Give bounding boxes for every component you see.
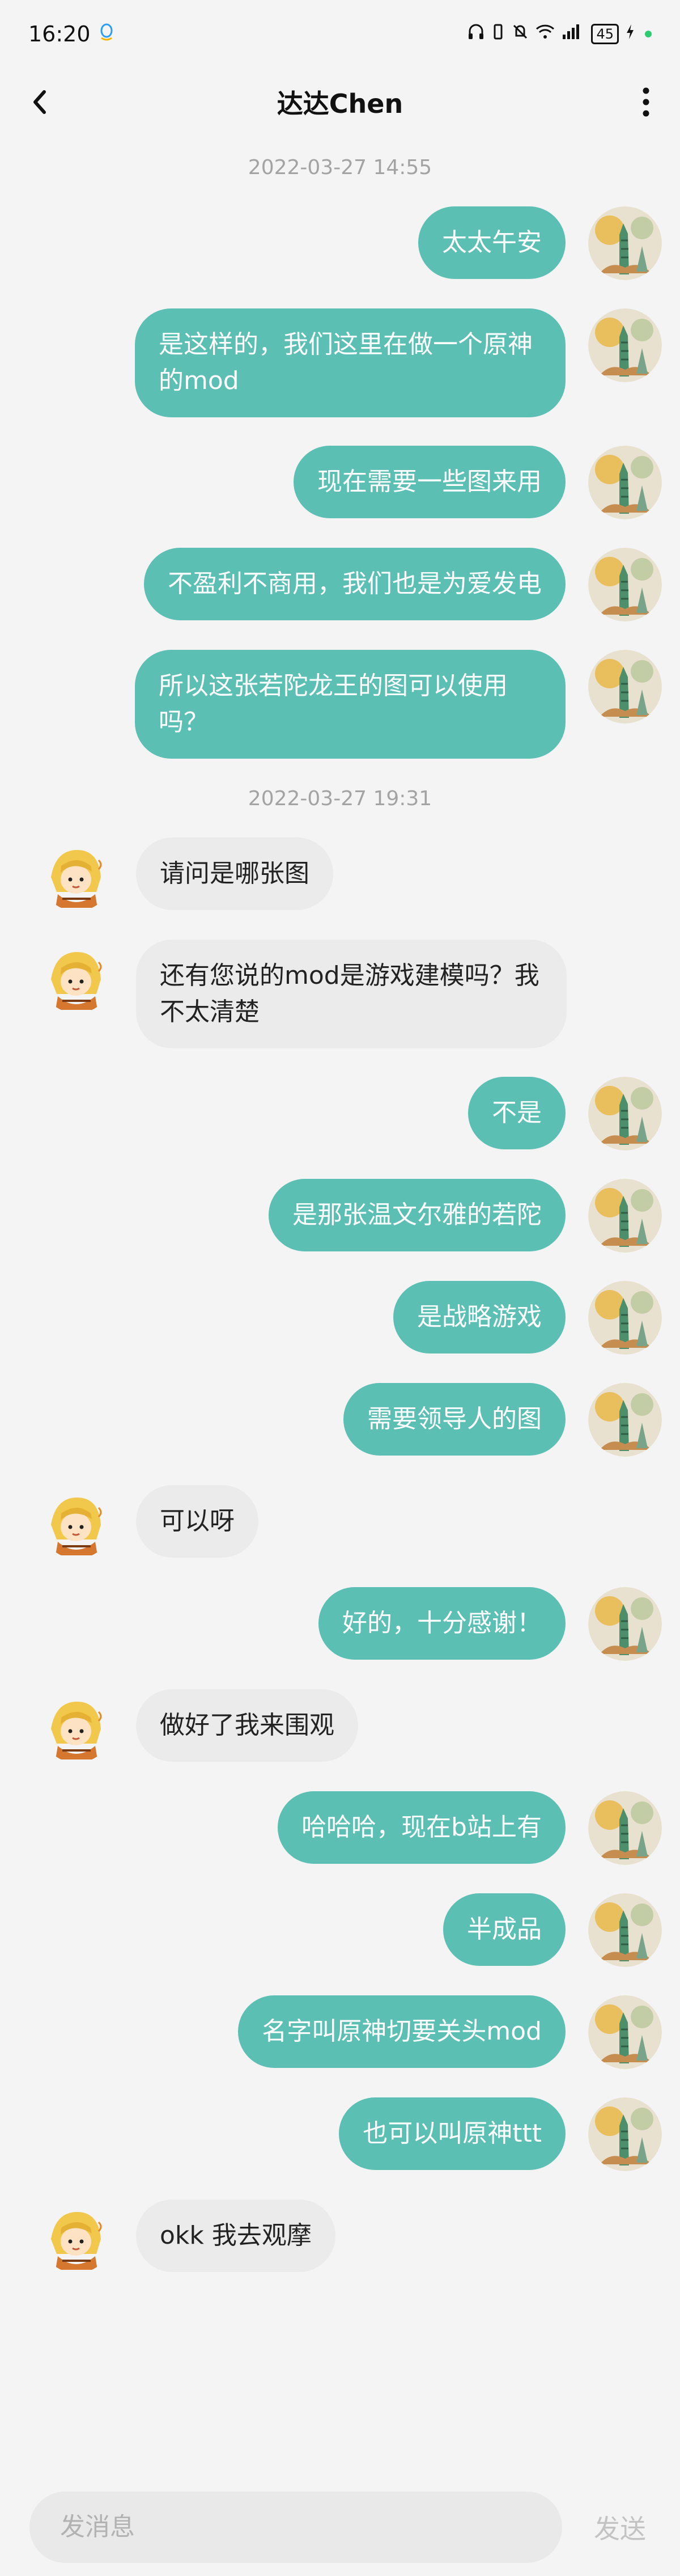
message-bubble[interactable]: 所以这张若陀龙王的图可以使用吗？ bbox=[135, 650, 566, 759]
my-avatar[interactable] bbox=[588, 1893, 662, 1967]
mute-icon bbox=[512, 23, 529, 45]
incoming-message: 可以呀 bbox=[0, 1485, 680, 1559]
battery-indicator: 45 bbox=[591, 24, 619, 44]
my-avatar[interactable] bbox=[588, 1587, 662, 1661]
status-time-group: 16:20 bbox=[28, 22, 114, 46]
my-avatar[interactable] bbox=[588, 548, 662, 621]
message-bubble[interactable]: 还有您说的mod是游戏建模吗？我不太清楚 bbox=[136, 940, 567, 1048]
message-bubble[interactable]: 需要领导人的图 bbox=[343, 1383, 566, 1456]
my-avatar[interactable] bbox=[588, 1383, 662, 1457]
message-bubble[interactable]: 哈哈哈，现在b站上有 bbox=[278, 1791, 566, 1864]
message-bubble[interactable]: 不是 bbox=[468, 1077, 566, 1149]
outgoing-message: 好的，十分感谢！ bbox=[0, 1587, 680, 1661]
my-avatar[interactable] bbox=[588, 1995, 662, 2069]
message-bubble[interactable]: 半成品 bbox=[443, 1893, 566, 1966]
incoming-message: okk 我去观摩 bbox=[0, 2199, 680, 2273]
send-button[interactable]: 发送 bbox=[594, 2509, 646, 2546]
contact-avatar[interactable] bbox=[40, 2199, 113, 2273]
message-bubble[interactable]: 请问是哪张图 bbox=[136, 837, 333, 910]
more-options-button[interactable] bbox=[629, 85, 663, 119]
contact-avatar[interactable] bbox=[40, 940, 113, 1013]
outgoing-message: 需要领导人的图 bbox=[0, 1383, 680, 1457]
incoming-message: 请问是哪张图 bbox=[0, 837, 680, 911]
my-avatar[interactable] bbox=[588, 1791, 662, 1865]
qq-notification-icon bbox=[99, 22, 114, 46]
outgoing-message: 哈哈哈，现在b站上有 bbox=[0, 1791, 680, 1865]
outgoing-message: 太太午安 bbox=[0, 206, 680, 280]
outgoing-message: 现在需要一些图来用 bbox=[0, 446, 680, 519]
charging-icon bbox=[626, 23, 635, 45]
outgoing-message: 是那张温文尔雅的若陀 bbox=[0, 1179, 680, 1253]
status-bar: 16:20 45 bbox=[0, 0, 680, 68]
chevron-left-icon bbox=[33, 90, 46, 114]
my-avatar[interactable] bbox=[588, 308, 662, 382]
outgoing-message: 名字叫原神切要关头mod bbox=[0, 1995, 680, 2069]
chat-header: 达达Chen bbox=[0, 68, 680, 136]
message-bubble[interactable]: 是那张温文尔雅的若陀 bbox=[269, 1179, 566, 1251]
message-bubble[interactable]: 是战略游戏 bbox=[393, 1281, 566, 1353]
vibrate-icon bbox=[491, 23, 505, 45]
wifi-icon bbox=[536, 24, 555, 44]
message-bubble[interactable]: okk 我去观摩 bbox=[136, 2199, 335, 2272]
signal-icon bbox=[562, 23, 581, 45]
message-bubble[interactable]: 太太午安 bbox=[418, 206, 566, 279]
headphones-icon bbox=[468, 23, 484, 45]
my-avatar[interactable] bbox=[588, 446, 662, 519]
privacy-dot-icon bbox=[645, 31, 652, 37]
message-bubble[interactable]: 名字叫原神切要关头mod bbox=[238, 1995, 566, 2068]
message-bubble[interactable]: 好的，十分感谢！ bbox=[318, 1587, 566, 1660]
status-icons: 45 bbox=[468, 23, 652, 45]
outgoing-message: 不盈利不商用，我们也是为爱发电 bbox=[0, 548, 680, 621]
message-input[interactable] bbox=[29, 2491, 562, 2563]
message-bubble[interactable]: 不盈利不商用，我们也是为爱发电 bbox=[144, 548, 566, 620]
status-time: 16:20 bbox=[28, 22, 91, 46]
my-avatar[interactable] bbox=[588, 1179, 662, 1253]
message-timestamp: 2022-03-27 19:31 bbox=[248, 787, 432, 810]
my-avatar[interactable] bbox=[588, 2097, 662, 2171]
my-avatar[interactable] bbox=[588, 1281, 662, 1355]
outgoing-message: 是战略游戏 bbox=[0, 1281, 680, 1355]
message-timestamp: 2022-03-27 14:55 bbox=[248, 156, 432, 179]
message-bubble[interactable]: 现在需要一些图来用 bbox=[294, 446, 566, 518]
message-bubble[interactable]: 可以呀 bbox=[136, 1485, 258, 1558]
composer-bar: 发送 bbox=[0, 2478, 680, 2576]
my-avatar[interactable] bbox=[588, 650, 662, 724]
contact-avatar[interactable] bbox=[40, 1485, 113, 1559]
contact-avatar[interactable] bbox=[40, 837, 113, 911]
my-avatar[interactable] bbox=[588, 1077, 662, 1150]
message-bubble[interactable]: 是这样的，我们这里在做一个原神的mod bbox=[135, 308, 566, 417]
message-list[interactable]: 2022-03-27 14:55 太太午安是这样的，我们这里在做一个原神的mod 现… bbox=[0, 136, 680, 2302]
chat-title: 达达Chen bbox=[277, 88, 403, 119]
back-button[interactable] bbox=[23, 85, 57, 119]
outgoing-message: 也可以叫原神ttt bbox=[0, 2097, 680, 2171]
incoming-message: 做好了我来围观 bbox=[0, 1689, 680, 1763]
outgoing-message: 不是 bbox=[0, 1077, 680, 1150]
message-bubble[interactable]: 也可以叫原神ttt bbox=[339, 2097, 566, 2170]
more-vertical-icon bbox=[643, 87, 649, 117]
message-bubble[interactable]: 做好了我来围观 bbox=[136, 1689, 358, 1762]
my-avatar[interactable] bbox=[588, 206, 662, 280]
outgoing-message: 半成品 bbox=[0, 1893, 680, 1967]
outgoing-message: 是这样的，我们这里在做一个原神的mod bbox=[0, 308, 680, 417]
incoming-message: 还有您说的mod是游戏建模吗？我不太清楚 bbox=[0, 940, 680, 1048]
outgoing-message: 所以这张若陀龙王的图可以使用吗？ bbox=[0, 650, 680, 759]
contact-avatar[interactable] bbox=[40, 1689, 113, 1763]
